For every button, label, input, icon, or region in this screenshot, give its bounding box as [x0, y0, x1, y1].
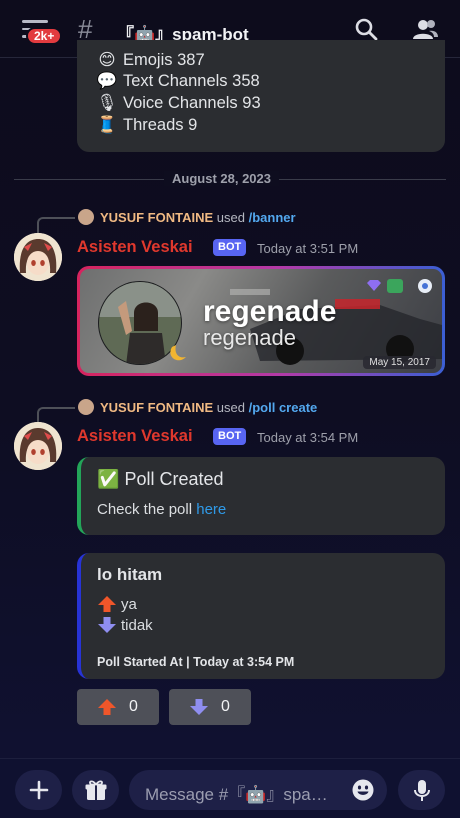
profile-badges-icon	[367, 279, 432, 293]
voice-message-button[interactable]	[398, 770, 445, 810]
message-timestamp: Today at 3:54 PM	[257, 430, 359, 445]
reply-connector	[37, 217, 75, 233]
poll-option-tidak: tidak	[97, 616, 153, 634]
avatar[interactable]	[14, 233, 62, 281]
reply-context[interactable]: YUSUF FONTAINE used /banner	[100, 210, 296, 225]
reply-avatar[interactable]	[78, 209, 94, 225]
vote-up-button[interactable]: 0	[77, 689, 159, 725]
message-author[interactable]: Asisten Veskai	[77, 427, 193, 446]
message-timestamp: Today at 3:51 PM	[257, 241, 359, 256]
reply-connector	[37, 407, 75, 423]
message-input-placeholder: Message #『🤖』spam-bot	[145, 785, 331, 804]
reply-avatar[interactable]	[78, 399, 94, 415]
members-icon[interactable]	[411, 17, 439, 41]
plus-icon	[29, 780, 49, 800]
avatar[interactable]	[14, 422, 62, 470]
message-composer: Message #『🤖』spam-bot	[0, 758, 460, 818]
gift-button[interactable]	[72, 770, 119, 810]
microphone-icon	[414, 780, 430, 801]
message-input[interactable]: Message #『🤖』spam-bot	[129, 770, 387, 810]
add-attachment-button[interactable]	[15, 770, 62, 810]
search-icon[interactable]	[354, 17, 378, 41]
microphone-icon: 🎙	[96, 94, 118, 112]
arrow-up-icon	[98, 596, 116, 612]
emoji-smile-icon[interactable]	[351, 778, 375, 802]
profile-avatar-image	[98, 281, 186, 365]
message-author[interactable]: Asisten Veskai	[77, 238, 193, 257]
notification-badge: 2k+	[26, 27, 63, 45]
poll-created-title: ✅ Poll Created	[97, 469, 224, 489]
speech-bubble-icon: 💬	[96, 72, 118, 90]
poll-link[interactable]: here	[196, 501, 226, 518]
banner-username: regenade	[203, 325, 296, 350]
arrow-down-icon	[98, 617, 116, 633]
poll-embed: lo hitam ya tidak Poll Started At | Toda…	[77, 553, 445, 679]
stat-voice-channels: 🎙 Voice Channels 93	[96, 94, 261, 112]
arrow-down-icon	[190, 699, 208, 715]
moon-status-icon	[170, 345, 186, 361]
poll-option-ya: ya	[97, 595, 137, 613]
poll-question: lo hitam	[97, 565, 163, 584]
gift-icon	[85, 780, 107, 800]
server-stats-card: 😊 Emojis 387 💬 Text Channels 358 🎙 Voice Ch…	[77, 40, 445, 152]
arrow-up-icon	[98, 699, 116, 715]
vote-down-count: 0	[221, 698, 230, 715]
stat-threads: 🧵 Threads 9	[96, 116, 198, 134]
poll-footer: Poll Started At | Today at 3:54 PM	[97, 655, 295, 669]
banner-date: May 15, 2017	[363, 356, 436, 369]
banner-display-name: regenade	[203, 295, 337, 328]
poll-created-text: Check the poll here	[97, 501, 227, 518]
stat-text-channels: 💬 Text Channels 358	[96, 72, 260, 90]
emoji-icon: 😊	[98, 51, 116, 69]
vote-down-button[interactable]: 0	[169, 689, 251, 725]
stat-emojis: 😊 Emojis 387	[95, 50, 204, 70]
reply-context[interactable]: YUSUF FONTAINE used /poll create	[100, 400, 317, 415]
thread-spool-icon: 🧵	[96, 116, 118, 134]
bot-badge: BOT	[213, 428, 247, 445]
profile-banner-card[interactable]: regenade regenade May 15, 2017	[77, 266, 445, 376]
vote-up-count: 0	[129, 698, 138, 715]
date-divider: August 28, 2023	[164, 171, 279, 186]
poll-created-embed: ✅ Poll Created Check the poll here	[77, 457, 445, 535]
check-mark-icon: ✅	[97, 469, 120, 489]
bot-badge: BOT	[213, 239, 247, 256]
